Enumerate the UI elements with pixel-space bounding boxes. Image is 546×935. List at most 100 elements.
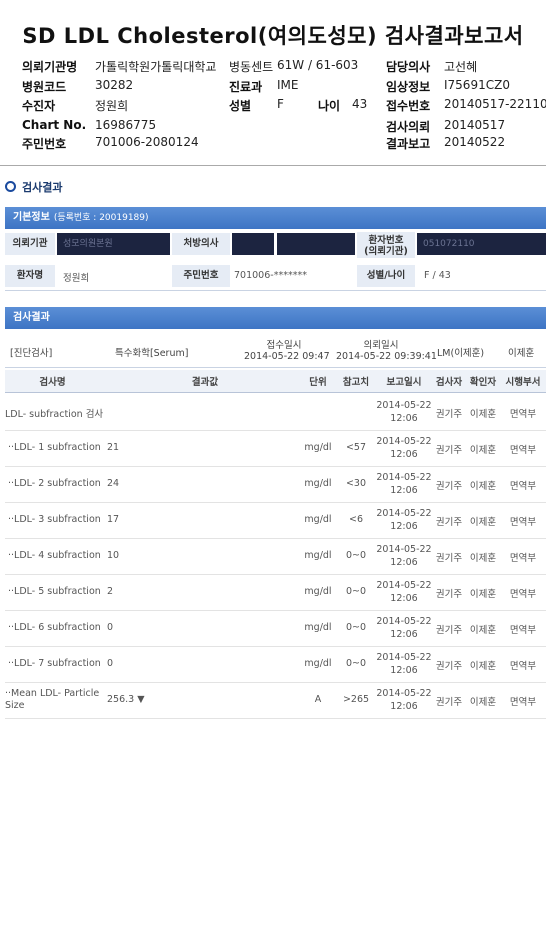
col-report-time: 보고일시 [386, 377, 422, 388]
department: 면역부 [509, 445, 537, 456]
report-time: 12:06 [390, 485, 418, 496]
institution-field-label: 의뢰기관 [5, 233, 55, 255]
recipient-label: 수진자 [22, 99, 56, 113]
ward-value: 61W / 61-603 [277, 58, 359, 72]
unit: mg/dl [304, 586, 332, 597]
result-report-value: 20140522 [444, 135, 506, 149]
report-time: 12:06 [390, 413, 418, 424]
test-name: ··LDL- 5 subfraction [8, 586, 101, 597]
recipient-value: 정원희 [95, 99, 129, 113]
col-confirmer: 확인자 [469, 377, 497, 388]
row-separator [5, 466, 546, 467]
unit: mg/dl [304, 478, 332, 489]
patient-no-field-value: 051072110 [417, 233, 546, 255]
doctor-value: 고선혜 [444, 60, 478, 74]
result-value: 10 [107, 550, 120, 561]
patient-name-label: 환자명 [5, 265, 55, 287]
rrn-value: 701006-2080124 [95, 135, 199, 149]
report-time: 12:06 [390, 593, 418, 604]
summary-request-label: 의뢰일시 [363, 340, 399, 351]
result-report-label: 결과보고 [386, 137, 431, 151]
results-bar-title: 검사결과 [13, 312, 50, 323]
row-separator [5, 502, 546, 503]
department: 면역부 [509, 697, 537, 708]
request-label: 검사의뢰 [386, 120, 431, 134]
tester: 권기주 [435, 625, 463, 636]
col-unit: 단위 [309, 377, 327, 388]
summary-lm: LM(이제훈) [437, 348, 485, 359]
test-name: ··LDL- 3 subfraction [8, 514, 101, 525]
report-title: SD LDL Cholesterol(여의도성모) 검사결과보고서 [22, 24, 524, 48]
tester: 권기주 [435, 445, 463, 456]
report-date: 2014-05-22 [376, 472, 432, 483]
col-department: 시행부서 [505, 377, 541, 388]
row-separator [5, 682, 546, 683]
report-date: 2014-05-22 [376, 688, 432, 699]
row-separator [5, 718, 546, 719]
patient-no-field-label: 환자번호 (의뢰기관) [357, 232, 415, 258]
patient-rrn-label: 주민번호 [172, 265, 230, 287]
department: 면역부 [509, 661, 537, 672]
sex-age-label: 성별/나이 [357, 265, 415, 287]
result-value: 24 [107, 478, 120, 489]
row-separator [5, 610, 546, 611]
age-value: 43 [352, 97, 368, 111]
clinical-value: I75691CZ0 [444, 78, 510, 92]
summary-request-time: 2014-05-22 09:39:41 [336, 351, 437, 362]
prescriber-field-label: 처방의사 [172, 233, 230, 255]
report-date: 2014-05-22 [376, 544, 432, 555]
ward-label: 병동센트 [229, 60, 274, 74]
confirmer: 이제훈 [469, 697, 497, 708]
col-tester: 검사자 [435, 377, 463, 388]
test-name: ··LDL- 1 subfraction [8, 442, 101, 453]
sex-value: F [277, 97, 284, 111]
test-name: ··LDL- 2 subfraction [8, 478, 101, 489]
report-date: 2014-05-22 [376, 436, 432, 447]
hospital-code-label: 병원코드 [22, 80, 67, 94]
report-time: 12:06 [390, 557, 418, 568]
confirmer: 이제훈 [469, 445, 497, 456]
rrn-label: 주민번호 [22, 137, 67, 151]
prescriber-field-extra [277, 233, 355, 255]
test-name: ··LDL- 6 subfraction [8, 622, 101, 633]
reference-range: 0~0 [345, 622, 367, 633]
chart-label: Chart No. [22, 118, 87, 132]
department: 면역부 [509, 409, 537, 420]
reference-range: 0~0 [345, 658, 367, 669]
unit: A [314, 694, 322, 705]
reference-range: <57 [345, 442, 367, 453]
institution-field-value: 성모의원본원 [57, 233, 170, 255]
prescriber-field-value [232, 233, 274, 255]
summary-confirmer: 이제훈 [508, 348, 535, 359]
confirmer: 이제훈 [469, 409, 497, 420]
summary-receipt-label: 접수일시 [266, 340, 302, 351]
report-time: 12:06 [390, 629, 418, 640]
test-name: ··Mean LDL- Particle Size [5, 688, 100, 711]
report-time: 12:06 [390, 701, 418, 712]
summary-receipt-time: 2014-05-22 09:47 [244, 351, 330, 362]
receipt-value: 20140517-22110 [444, 97, 546, 111]
test-name: ··LDL- 7 subfraction [8, 658, 101, 669]
test-name: ··LDL- 4 subfraction [8, 550, 101, 561]
summary-specimen: 특수화학[Serum] [115, 348, 189, 359]
report-time: 12:06 [390, 449, 418, 460]
patient-rrn-value: 701006-******* [234, 270, 307, 281]
institution-value: 가톨릭학원가톨릭대학교 [95, 60, 217, 74]
report-time: 12:06 [390, 521, 418, 532]
report-date: 2014-05-22 [376, 652, 432, 663]
divider [5, 367, 546, 368]
tester: 권기주 [435, 409, 463, 420]
result-value: 17 [107, 514, 120, 525]
reference-range: <6 [348, 514, 363, 525]
chart-value: 16986775 [95, 118, 157, 132]
tester: 권기주 [435, 517, 463, 528]
report-header: SD LDL Cholesterol(여의도성모) 검사결과보고서 의뢰기관명 … [0, 0, 546, 166]
row-separator [5, 430, 546, 431]
request-value: 20140517 [444, 118, 506, 132]
reference-range: <30 [345, 478, 367, 489]
confirmer: 이제훈 [469, 517, 497, 528]
tester: 권기주 [435, 481, 463, 492]
unit: mg/dl [304, 442, 332, 453]
report-date: 2014-05-22 [376, 400, 432, 411]
tester: 권기주 [435, 589, 463, 600]
